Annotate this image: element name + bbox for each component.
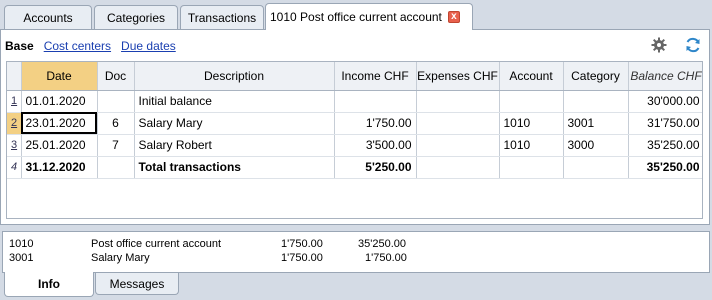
view-base[interactable]: Base [5,39,34,53]
info-row[interactable]: 1010 Post office current account 1'750.0… [3,238,709,251]
cell-expenses[interactable] [416,90,500,113]
header-account[interactable]: Account [499,62,564,91]
tab-info[interactable]: Info [4,272,94,297]
cell-category [563,156,629,179]
cell-description[interactable]: Initial balance [134,90,335,113]
tab-account-1010[interactable]: 1010 Post office current account x [265,3,473,30]
cell-category[interactable]: 3000 [563,134,629,157]
table-header-row: Date Doc Description Income CHF Expenses… [7,62,702,91]
cell-balance: 30'000.00 [628,90,702,113]
cell-income[interactable]: 3'500.00 [334,134,417,157]
view-due-dates[interactable]: Due dates [121,39,176,53]
header-income[interactable]: Income CHF [334,62,417,91]
info-code: 3001 [9,252,34,264]
cell-balance: 31'750.00 [628,112,702,135]
info-name: Post office current account [91,238,222,250]
table-row[interactable]: 3 25.01.2020 7 Salary Robert 3'500.00 10… [7,134,702,157]
cell-balance: 35'250.00 [628,134,702,157]
cell-expenses [416,156,500,179]
info-amount: 1'750.00 [281,252,323,264]
row-number[interactable]: 4 [7,156,22,179]
cell-description: Total transactions [134,156,335,179]
tab-transactions[interactable]: Transactions [180,5,264,29]
tab-label: 1010 Post office current account [270,10,442,24]
cell-income[interactable]: 1'750.00 [334,112,417,135]
cell-doc[interactable] [97,90,135,113]
refresh-icon [686,37,700,53]
cell-balance: 35'250.00 [628,156,702,179]
header-row-number [7,62,22,91]
table-row[interactable]: 2 23.01.2020 6 Salary Mary 1'750.00 1010… [7,112,702,135]
tab-accounts[interactable]: Accounts [4,5,92,29]
close-icon[interactable]: x [447,11,460,23]
cell-date[interactable]: 23.01.2020 [21,112,98,135]
info-row[interactable]: 3001 Salary Mary 1'750.00 1'750.00 [3,252,709,265]
tab-label: Categories [106,10,166,25]
row-number[interactable]: 2 [7,112,22,135]
info-name: Salary Mary [91,252,150,264]
cell-account[interactable]: 1010 [499,112,564,135]
cell-category[interactable]: 3001 [563,112,629,135]
cell-category[interactable] [563,90,629,113]
header-balance[interactable]: Balance CHF [628,62,702,91]
cell-doc[interactable]: 7 [97,134,135,157]
cell-description[interactable]: Salary Robert [134,134,335,157]
bottom-tabstrip: Info Messages [0,272,712,300]
cell-expenses[interactable] [416,134,500,157]
table-row[interactable]: 1 01.01.2020 Initial balance 30'000.00 [7,90,702,113]
header-expenses[interactable]: Expenses CHF [416,62,500,91]
transactions-table: Date Doc Description Income CHF Expenses… [6,61,703,219]
gear-icon [651,37,667,53]
view-selector: Base Cost centers Due dates [5,39,176,53]
info-balance: 1'750.00 [365,252,407,264]
header-description[interactable]: Description [134,62,335,91]
account-card-panel: Base Cost centers Due dates Date Doc Des… [0,29,710,225]
header-date[interactable]: Date [21,62,98,91]
row-number[interactable]: 3 [7,134,22,157]
info-balance: 35'250.00 [358,238,406,250]
row-number[interactable]: 1 [7,90,22,113]
cell-income: 5'250.00 [334,156,417,179]
cell-date[interactable]: 25.01.2020 [21,134,98,157]
cell-account[interactable] [499,90,564,113]
tab-label: Transactions [187,10,257,25]
cell-expenses[interactable] [416,112,500,135]
cell-doc [97,156,135,179]
refresh-button[interactable] [683,35,703,55]
info-amount: 1'750.00 [281,238,323,250]
view-cost-centers[interactable]: Cost centers [44,39,111,53]
tab-categories[interactable]: Categories [94,5,178,29]
info-panel: 1010 Post office current account 1'750.0… [2,231,710,273]
cell-income[interactable] [334,90,417,113]
document-tabstrip: Accounts Categories Transactions 1010 Po… [0,0,712,30]
cell-date[interactable]: 01.01.2020 [21,90,98,113]
cell-description[interactable]: Salary Mary [134,112,335,135]
cell-account[interactable]: 1010 [499,134,564,157]
info-code: 1010 [9,238,34,250]
header-category[interactable]: Category [563,62,629,91]
tab-label: Accounts [23,10,73,25]
cell-account [499,156,564,179]
tab-messages[interactable]: Messages [95,273,179,295]
tab-label: Info [38,277,60,291]
tab-label: Messages [109,276,165,291]
settings-button[interactable] [649,35,669,55]
cell-date: 31.12.2020 [21,156,98,179]
total-row[interactable]: 4 31.12.2020 Total transactions 5'250.00… [7,156,702,179]
header-doc[interactable]: Doc [97,62,135,91]
cell-doc[interactable]: 6 [97,112,135,135]
